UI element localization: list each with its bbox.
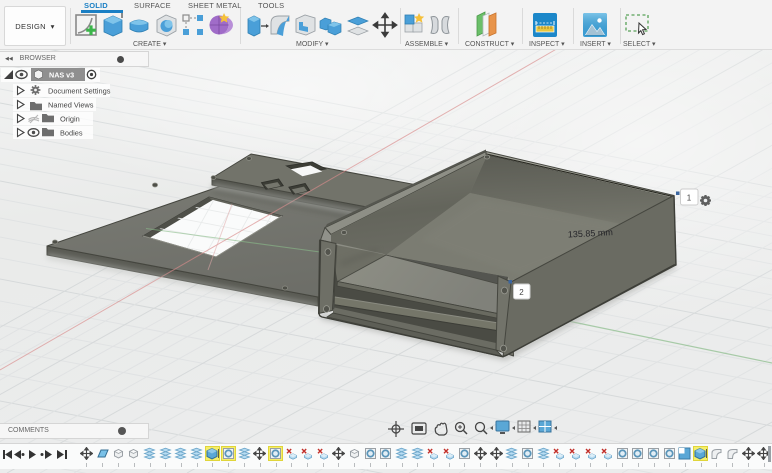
svg-text:1: 1 xyxy=(687,194,692,203)
svg-text:Bodies: Bodies xyxy=(60,129,83,138)
svg-text:Named Views: Named Views xyxy=(48,101,94,110)
svg-text:Origin: Origin xyxy=(60,115,80,124)
svg-text:2: 2 xyxy=(519,288,524,297)
svg-text:NAS v3: NAS v3 xyxy=(49,71,74,80)
svg-text:Document Settings: Document Settings xyxy=(48,87,111,96)
